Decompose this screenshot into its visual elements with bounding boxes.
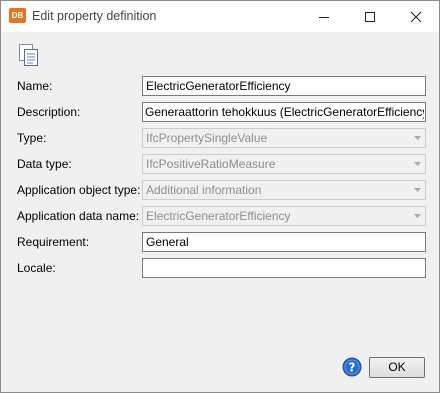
title-bar[interactable]: DB Edit property definition <box>1 1 439 32</box>
application-data-name-select[interactable]: ElectricGeneratorEfficiency <box>142 206 426 226</box>
type-label: Type: <box>17 131 47 145</box>
application-object-type-select[interactable]: Additional information <box>142 180 426 200</box>
close-icon <box>410 11 422 23</box>
chevron-down-icon <box>414 136 421 140</box>
chevron-down-icon <box>414 162 421 166</box>
type-value: IfcPropertySingleValue <box>146 132 268 145</box>
type-select[interactable]: IfcPropertySingleValue <box>142 128 426 148</box>
property-document-icon <box>19 44 38 66</box>
application-data-name-value: ElectricGeneratorEfficiency <box>146 210 291 223</box>
dialog-window: DB Edit property definition Name: Electr… <box>0 0 440 393</box>
svg-text:?: ? <box>349 361 356 375</box>
close-button[interactable] <box>393 1 439 32</box>
description-value: Generaattorin tehokkuus (ElectricGenerat… <box>145 106 424 119</box>
help-icon[interactable]: ? <box>342 357 362 377</box>
maximize-button[interactable] <box>347 1 393 32</box>
name-value: ElectricGeneratorEfficiency <box>146 80 291 93</box>
data-type-select[interactable]: IfcPositiveRatioMeasure <box>142 154 426 174</box>
name-field[interactable]: ElectricGeneratorEfficiency <box>142 76 426 96</box>
description-field[interactable]: Generaattorin tehokkuus (ElectricGenerat… <box>142 102 426 122</box>
requirement-field[interactable]: General <box>142 232 426 252</box>
chevron-down-icon <box>414 188 421 192</box>
requirement-value: General <box>146 236 189 249</box>
application-object-type-value: Additional information <box>146 184 262 197</box>
app-badge: DB <box>9 8 26 23</box>
maximize-icon <box>365 12 375 22</box>
data-type-label: Data type: <box>17 157 72 171</box>
chevron-down-icon <box>414 214 421 218</box>
name-label: Name: <box>17 79 53 93</box>
minimize-icon <box>319 17 329 18</box>
data-type-value: IfcPositiveRatioMeasure <box>146 158 276 171</box>
requirement-label: Requirement: <box>17 235 90 249</box>
locale-label: Locale: <box>17 261 56 275</box>
minimize-button[interactable] <box>301 1 347 32</box>
application-object-type-label: Application object type: <box>17 183 141 197</box>
description-label: Description: <box>17 105 81 119</box>
application-data-name-label: Application data name: <box>17 209 140 223</box>
window-title: Edit property definition <box>32 9 157 23</box>
locale-field[interactable] <box>142 258 426 278</box>
ok-button[interactable]: OK <box>369 357 425 378</box>
